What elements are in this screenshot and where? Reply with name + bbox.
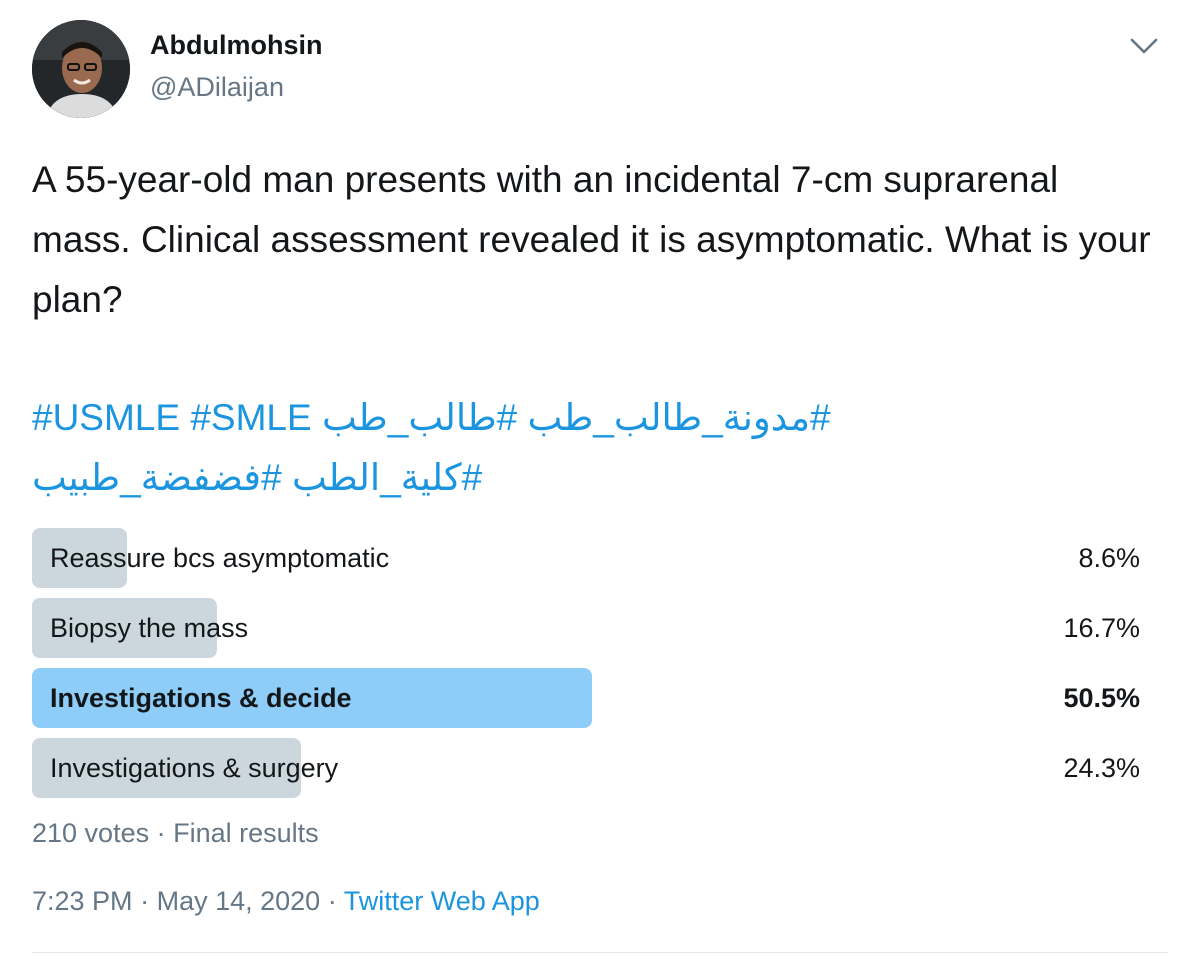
separator: · <box>156 818 166 848</box>
author-name[interactable]: Abdulmohsin <box>150 30 322 61</box>
tweet-text: A 55-year-old man presents with an incid… <box>32 159 1151 320</box>
poll-option-percent: 24.3% <box>1063 753 1140 783</box>
hashtags-line-2: #فضفضة_طبيب #كلية_الطب <box>32 448 1162 508</box>
author-handle[interactable]: @ADilaijan <box>150 72 284 103</box>
poll-option: Reassure bcs asymptomatic 8.6% <box>32 528 1140 588</box>
poll: Reassure bcs asymptomatic 8.6% Biopsy th… <box>32 528 1140 808</box>
hashtag-link[interactable]: #USMLE <box>32 397 180 438</box>
hashtags-line-1: #USMLE #SMLE #طالب_طب #مدونة_طالب_طب <box>32 388 1162 448</box>
avatar[interactable] <box>32 20 130 118</box>
poll-option-label: Reassure bcs asymptomatic <box>50 543 390 573</box>
poll-status: Final results <box>173 818 319 848</box>
avatar-photo <box>32 20 130 118</box>
hashtag-link[interactable]: #مدونة_طالب_طب <box>528 397 831 438</box>
poll-option-label: Investigations & surgery <box>50 753 339 783</box>
poll-summary: 210 votes · Final results <box>32 818 319 849</box>
poll-option: Investigations & decide 50.5% <box>32 668 1140 728</box>
poll-option-label: Biopsy the mass <box>50 613 249 643</box>
tweet-time[interactable]: 7:23 PM <box>32 886 133 916</box>
tweet-timestamp: 7:23 PM · May 14, 2020 · Twitter Web App <box>32 886 540 917</box>
hashtag-link[interactable]: #طالب_طب <box>322 397 517 438</box>
hashtag-link[interactable]: #SMLE <box>190 397 311 438</box>
hashtag-link[interactable]: #كلية_الطب <box>292 457 482 498</box>
hashtags: #USMLE #SMLE #طالب_طب #مدونة_طالب_طب #فض… <box>32 388 1162 508</box>
poll-option: Investigations & surgery 24.3% <box>32 738 1140 798</box>
tweet-card: Abdulmohsin @ADilaijan A 55-year-old man… <box>0 0 1200 960</box>
poll-option-percent: 16.7% <box>1063 613 1140 643</box>
tweet-source-link[interactable]: Twitter Web App <box>344 886 540 916</box>
poll-vote-count: 210 votes <box>32 818 150 848</box>
divider <box>32 952 1168 953</box>
poll-option: Biopsy the mass 16.7% <box>32 598 1140 658</box>
poll-option-percent: 50.5% <box>1063 683 1140 713</box>
hashtag-link[interactable]: #فضفضة_طبيب <box>32 457 282 498</box>
poll-option-label: Investigations & decide <box>50 683 352 713</box>
chevron-down-icon[interactable] <box>1128 32 1160 60</box>
separator: · <box>327 886 337 916</box>
separator: · <box>140 886 150 916</box>
poll-option-percent: 8.6% <box>1078 543 1140 573</box>
tweet-date[interactable]: May 14, 2020 <box>157 886 321 916</box>
